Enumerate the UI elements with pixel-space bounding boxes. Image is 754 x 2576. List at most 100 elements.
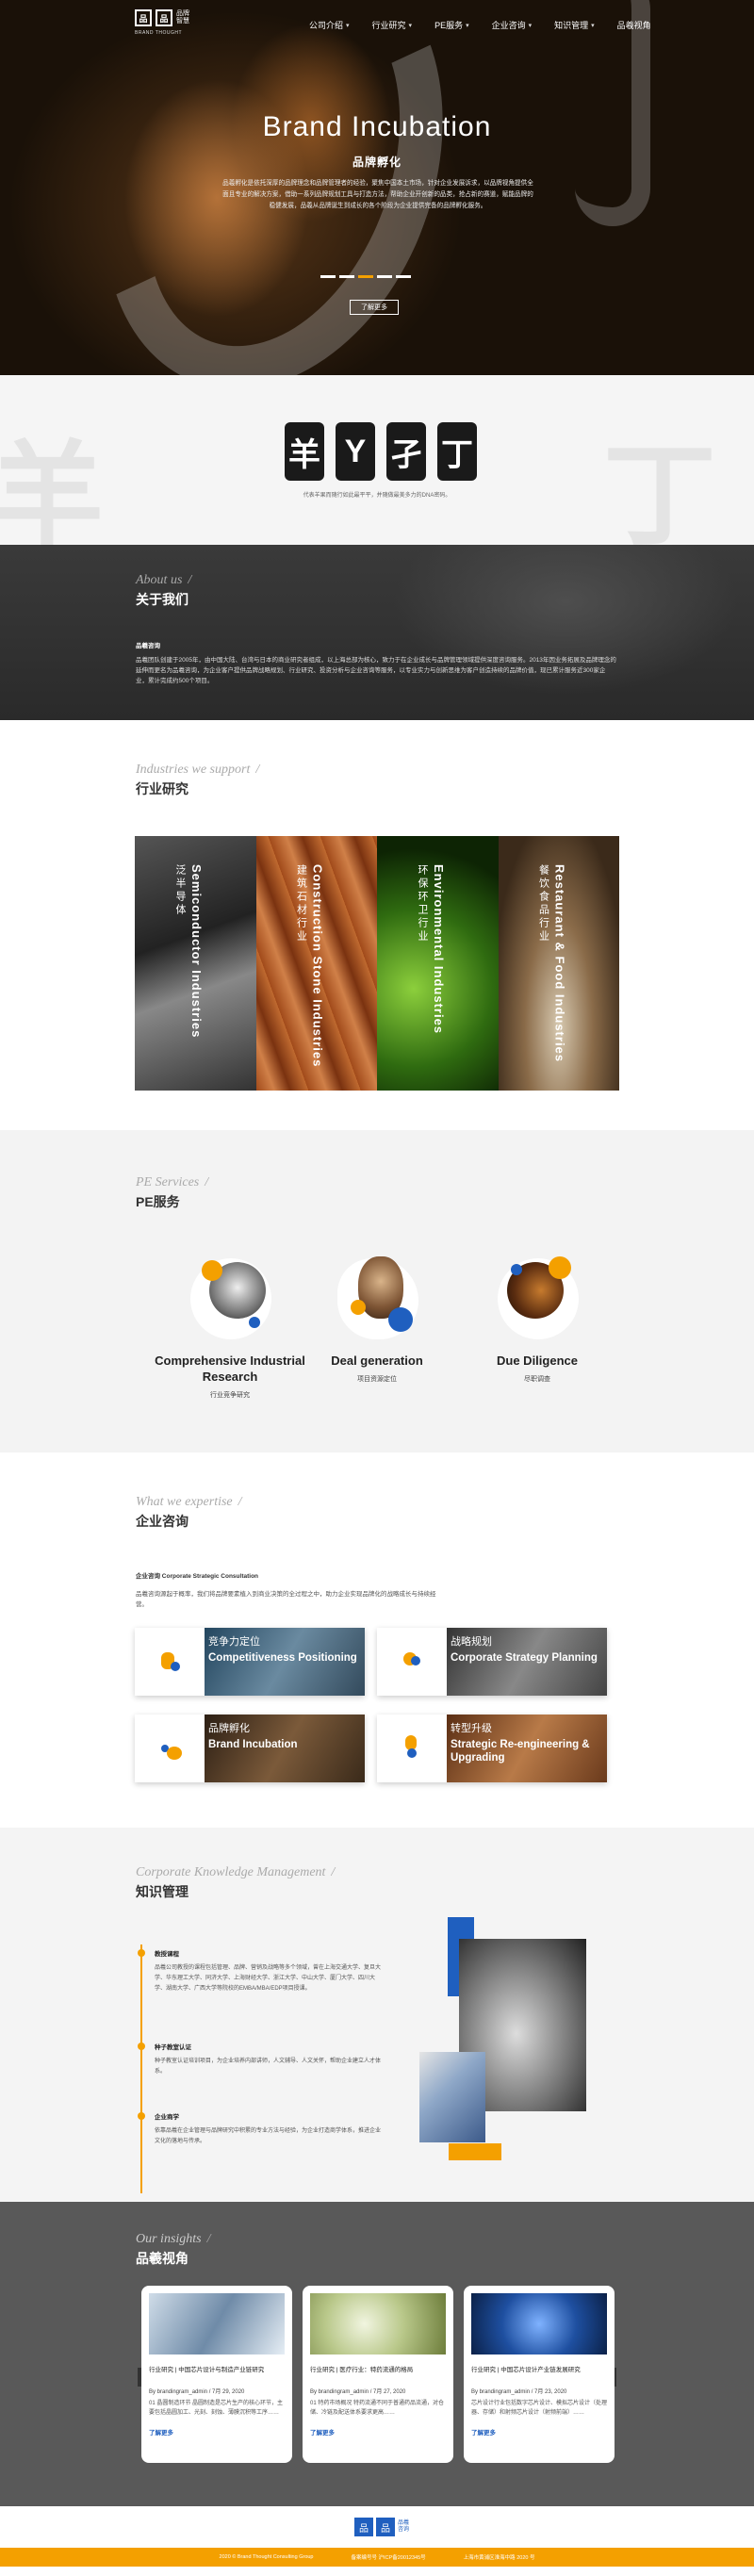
insight-excerpt: 芯片设计行业包括数字芯片设计、模拟芯片设计（处理器、存储）和射频芯片设计（射频前…	[471, 2401, 608, 2416]
pe-item-deal[interactable]: Deal generation 项目资源定位	[292, 1253, 462, 1384]
section-heading: About us / 关于我们	[136, 573, 191, 609]
pe-illustration	[330, 1253, 424, 1347]
timeline-dot	[138, 1949, 145, 1957]
background-glyph: 羊	[0, 433, 104, 545]
section-title-cn: 行业研究	[136, 781, 188, 796]
hero-banner: 品 品 品牌 智慧 BRAND THOUGHT 公司介绍 ▾ 行业研究 ▾ PE服务…	[0, 0, 754, 375]
knowledge-section: Corporate Knowledge Management / 知识管理 教授课…	[0, 1828, 754, 2202]
hero-description: 品羲孵化是依托深厚的品牌理念和品牌管理者的经验，聚焦中国本土市场，针对企业发展诉…	[222, 180, 533, 209]
pe-item-title-cn: 行业竞争研究	[210, 1392, 250, 1399]
industry-panel-food[interactable]: Restaurant & Food Industries 餐饮食品行业	[498, 836, 619, 1091]
panel-title-cn: 环保环卫行业	[417, 864, 428, 943]
insight-excerpt: 01 晶圆制造环节 晶圆制造是芯片生产的核心环节，主要包括晶圆加工、光刻、刻蚀、…	[149, 2401, 284, 2416]
insight-title[interactable]: 行业研究 | 中国芯片设计与制造产业链研究	[149, 2364, 285, 2373]
industry-panel-semiconductor[interactable]: Semiconductor Industries 泛半导体	[135, 836, 256, 1091]
positioning-icon	[135, 1628, 205, 1696]
timeline-dot	[138, 2112, 145, 2120]
menu-item-insights[interactable]: 品羲视角	[617, 19, 651, 31]
logo-mark: 品	[156, 9, 172, 26]
copyright-text: 2020 © Brand Thought Consulting Group	[219, 2554, 314, 2560]
slider-dot[interactable]	[320, 275, 336, 278]
section-heading: Industries we support / 行业研究	[136, 763, 259, 798]
insight-title[interactable]: 行业研究 | 医疗行业：特药流通的格局	[310, 2364, 446, 2373]
panel-title-cn: 建筑石材行业	[295, 864, 307, 943]
icp-link[interactable]: 备案编号号 沪ICP备20012345号	[352, 2553, 426, 2561]
section-title-en: PE Services /	[136, 1175, 209, 1190]
pe-item-title-en: Due Diligence	[497, 1354, 578, 1368]
brand-glyph-row: 羊 Y 孑 丁	[285, 422, 477, 481]
address-text: 上海市黄浦区淮海中路 2020 号	[463, 2555, 535, 2561]
chevron-down-icon: ▾	[591, 22, 595, 29]
section-title-en: Corporate Knowledge Management /	[136, 1865, 336, 1879]
site-logo[interactable]: 品 品 品牌 智慧	[135, 9, 189, 26]
brand-glyph: 羊	[285, 422, 324, 481]
about-subtitle: 品羲咨询	[136, 643, 160, 649]
pe-illustration	[490, 1253, 584, 1347]
hero-subtitle: 品牌孵化	[352, 156, 402, 169]
pe-illustration	[183, 1253, 277, 1347]
slider-dot[interactable]	[396, 275, 411, 278]
brand-glyph: 丁	[437, 422, 477, 481]
consulting-card-incubation[interactable]: 品牌孵化 Brand Incubation	[135, 1715, 365, 1782]
pe-item-title-en: Comprehensive Industrial Research	[155, 1354, 305, 1384]
panel-title-cn: 餐饮食品行业	[537, 864, 549, 943]
read-more-link[interactable]: 了解更多	[310, 2427, 446, 2437]
pe-item-research[interactable]: Comprehensive Industrial Research 行业竞争研究	[145, 1253, 315, 1400]
panel-title-en: Environmental Industries	[432, 864, 446, 1035]
pe-item-title-cn: 尽职调查	[524, 1376, 550, 1383]
industry-panels: Semiconductor Industries 泛半导体 Constructi…	[135, 836, 619, 1091]
main-menu: 公司介绍 ▾ 行业研究 ▾ PE服务 ▾ 企业咨询 ▾ 知识管理 ▾ 品羲视角	[309, 19, 674, 31]
consulting-card-upgrading[interactable]: 转型升级 Strategic Re-engineering & Upgradin…	[377, 1715, 607, 1782]
menu-item-pe[interactable]: PE服务 ▾	[434, 19, 469, 31]
knowledge-photo-small	[419, 2052, 485, 2142]
card-photo: 竞争力定位 Competitiveness Positioning	[205, 1628, 365, 1696]
menu-item-knowledge[interactable]: 知识管理 ▾	[554, 19, 595, 31]
consulting-card-positioning[interactable]: 竞争力定位 Competitiveness Positioning	[135, 1628, 365, 1696]
read-more-link[interactable]: 了解更多	[149, 2427, 285, 2437]
section-title-cn: 品羲视角	[136, 2251, 188, 2266]
slider-dot[interactable]	[377, 275, 392, 278]
consulting-card-strategy[interactable]: 战略规划 Corporate Strategy Planning	[377, 1628, 607, 1696]
section-title-en: Our insights /	[136, 2232, 211, 2246]
insight-card[interactable]: 行业研究 | 中国芯片设计与制造产业链研究 By brandingram_adm…	[141, 2286, 292, 2463]
strategy-icon	[377, 1628, 447, 1696]
insight-card[interactable]: 行业研究 | 中国芯片设计产业链发展研究 By brandingram_admi…	[464, 2286, 615, 2463]
chevron-down-icon: ▾	[408, 22, 413, 29]
slider-dot[interactable]	[339, 275, 354, 278]
card-photo: 战略规划 Corporate Strategy Planning	[447, 1628, 607, 1696]
menu-item-consult[interactable]: 企业咨询 ▾	[492, 19, 533, 31]
section-title-cn: 企业咨询	[136, 1514, 188, 1529]
section-heading: Corporate Knowledge Management / 知识管理	[136, 1865, 335, 1901]
insights-section: Our insights/ 品羲视角 ‹ › 行业研究 | 中国芯片设计与制造产…	[0, 2202, 754, 2506]
industry-section: Industries we support / 行业研究 Semiconducto…	[0, 720, 754, 1130]
card-photo: 品牌孵化 Brand Incubation	[205, 1715, 365, 1782]
insight-card[interactable]: 行业研究 | 医疗行业：特药流通的格局 By brandingram_admin…	[303, 2286, 453, 2463]
incubation-icon	[135, 1715, 205, 1782]
menu-item-company[interactable]: 公司介绍 ▾	[309, 19, 350, 31]
slider-dot-active[interactable]	[358, 275, 373, 278]
section-heading: PE Services / PE服务	[136, 1175, 208, 1211]
section-title-cn: 关于我们	[136, 592, 188, 607]
knowledge-item-seed: 种子教室认证 种子教室认证培训项目，为企业培养内部讲师，人文辅导、人文关怀，帮助…	[155, 2044, 382, 2075]
insight-thumbnail	[310, 2293, 446, 2354]
background-glyph: 丁	[603, 433, 716, 545]
timeline-dot	[138, 2043, 145, 2050]
insight-meta: By brandingram_admin / 7月 27, 2020	[310, 2389, 406, 2395]
footer-logo[interactable]: 品 品 品羲 咨询	[354, 2518, 409, 2536]
industry-panel-environmental[interactable]: Environmental Industries 环保环卫行业	[377, 836, 499, 1091]
panel-title-en: Semiconductor Industries	[189, 864, 204, 1039]
brand-glyph-section: 羊 丁 羊 Y 孑 丁 代表羊果而随行如此最平平，并随做最美多力的DNA密码。	[0, 375, 754, 545]
brand-glyph: Y	[336, 422, 375, 481]
learn-more-button[interactable]: 了解更多	[350, 300, 399, 315]
read-more-link[interactable]: 了解更多	[471, 2427, 607, 2437]
consulting-text: 品羲咨询源起于概率，我们将品牌要素植入到商业决策的全过程之中，助力企业实现品牌化…	[136, 1591, 436, 1608]
insight-title[interactable]: 行业研究 | 中国芯片设计产业链发展研究	[471, 2364, 607, 2373]
insight-excerpt: 01 特药市场概况 特药流通不同于普通药品流通，对仓储、冷链及配送体系要求更高……	[310, 2401, 445, 2416]
section-heading: Our insights / 品羲视角	[136, 2232, 211, 2268]
consulting-subtitle: 企业咨询 Corporate Strategic Consultation	[136, 1573, 259, 1580]
logo-mark: 品	[135, 9, 152, 26]
pe-item-diligence[interactable]: Due Diligence 尽职调查	[452, 1253, 622, 1384]
decor-block	[449, 2143, 501, 2160]
menu-item-industry[interactable]: 行业研究 ▾	[372, 19, 413, 31]
industry-panel-stone[interactable]: Construction Stone Industries 建筑石材行业	[255, 836, 377, 1091]
